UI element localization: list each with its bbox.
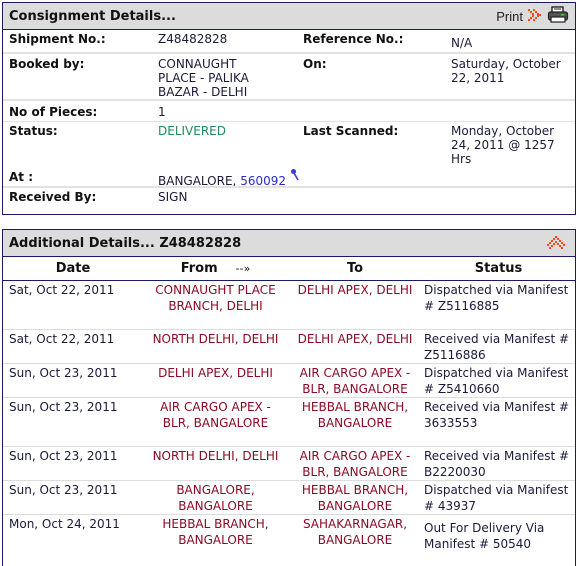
at-label: At : — [9, 170, 33, 184]
row-status: Received via Manifest # 3633553 — [422, 396, 575, 446]
booked-row: Booked by: CONNAUGHT PLACE - PALIKA BAZA… — [3, 52, 575, 99]
last-scanned-value: Monday, October 24, 2011 @ 1257 Hrs — [451, 124, 555, 166]
status-value: DELIVERED — [158, 124, 226, 138]
additional-header: Additional Details... Z48482828 — [3, 230, 575, 257]
on-value: Saturday, October 22, 2011 — [451, 57, 561, 85]
received-by-label: Received By: — [9, 190, 97, 204]
print-label[interactable]: Print — [496, 9, 523, 24]
row-to: DELHI APEX, DELHI — [297, 282, 413, 297]
row-from: NORTH DELHI, DELHI — [143, 445, 288, 480]
table-row: Sun, Oct 23, 2011 NORTH DELHI, DELHI AIR… — [3, 445, 575, 480]
table-row: Mon, Oct 24, 2011 HEBBAL BRANCH, BANGALO… — [3, 513, 575, 564]
print-button[interactable]: Print — [496, 6, 569, 27]
reference-no-label: Reference No.: — [303, 32, 404, 46]
row-status: Dispatched via Manifest # Z5116885 — [424, 282, 569, 313]
row-date: Sun, Oct 23, 2011 — [3, 479, 143, 514]
row-to: HEBBAL BRANCH, BANGALORE — [288, 479, 422, 514]
shipment-no-label: Shipment No.: — [9, 32, 106, 46]
collapse-chevron-up-icon[interactable] — [547, 235, 565, 254]
received-by-value: SIGN — [158, 190, 188, 204]
row-status: Dispatched via Manifest # 43937 — [422, 479, 575, 514]
row-from: DELHI APEX, DELHI — [143, 362, 288, 397]
table-row: Sat, Oct 22, 2011 CONNAUGHT PLACE BRANCH… — [3, 280, 575, 329]
row-from: HEBBAL BRANCH, BANGALORE — [143, 513, 288, 564]
on-label: On: — [303, 57, 327, 71]
double-chevron-right-icon[interactable] — [527, 7, 543, 26]
status-row: Status: DELIVERED Last Scanned: Monday, … — [3, 121, 575, 188]
pieces-label: No of Pieces: — [9, 105, 98, 119]
consignment-details-panel: Consignment Details... Print Shipment No… — [2, 2, 576, 215]
row-date: Sat, Oct 22, 2011 — [3, 328, 143, 363]
tracking-history-table: Date From --» To Status Sat, Oct 22, 2011… — [3, 258, 575, 564]
row-to: HEBBAL BRANCH, BANGALORE — [288, 396, 422, 446]
row-date: Sun, Oct 23, 2011 — [3, 396, 143, 446]
table-row: Sun, Oct 23, 2011 AIR CARGO APEX - BLR, … — [3, 396, 575, 446]
row-date: Sun, Oct 23, 2011 — [3, 362, 143, 397]
row-from: AIR CARGO APEX - BLR, BANGALORE — [143, 396, 288, 446]
last-scanned-label: Last Scanned: — [303, 124, 399, 138]
booked-by-label: Booked by: — [9, 57, 85, 71]
row-date: Sat, Oct 22, 2011 — [9, 282, 115, 297]
shipment-row: Shipment No.: Z48482828 Reference No.: N… — [3, 30, 575, 52]
reference-no-value: N/A — [451, 36, 473, 50]
pieces-value: 1 — [158, 105, 166, 119]
row-from: BANGALORE, BANGALORE — [143, 479, 288, 514]
direction-arrow-label: --» — [235, 262, 251, 276]
row-status: Dispatched via Manifest # Z5410660 — [422, 362, 575, 397]
row-to: DELHI APEX, DELHI — [288, 328, 422, 363]
col-date: Date — [3, 258, 143, 281]
col-status: Status — [422, 258, 575, 281]
received-by-row: Received By: SIGN — [3, 186, 575, 214]
row-from: NORTH DELHI, DELHI — [143, 328, 288, 363]
row-status: Out For Delivery Via Manifest # 50540 — [422, 513, 575, 564]
table-header-row: Date From --» To Status — [3, 258, 575, 281]
table-row: Sun, Oct 23, 2011 DELHI APEX, DELHI AIR … — [3, 362, 575, 397]
status-label: Status: — [9, 124, 58, 138]
additional-title: Additional Details... Z48482828 — [9, 236, 242, 251]
pieces-row: No of Pieces: 1 — [3, 99, 575, 121]
row-date: Mon, Oct 24, 2011 — [3, 513, 143, 564]
table-row: Sat, Oct 22, 2011 NORTH DELHI, DELHI DEL… — [3, 328, 575, 363]
printer-icon[interactable] — [547, 6, 569, 27]
row-date: Sun, Oct 23, 2011 — [3, 445, 143, 480]
booked-by-value: CONNAUGHT PLACE - PALIKA BAZAR - DELHI — [158, 57, 249, 99]
pin-locator-icon[interactable] — [290, 168, 300, 185]
row-from: CONNAUGHT PLACE BRANCH, DELHI — [155, 282, 276, 313]
row-status: Received via Manifest # Z5116886 — [422, 328, 575, 363]
row-to: AIR CARGO APEX - BLR, BANGALORE — [288, 445, 422, 480]
row-to: AIR CARGO APEX - BLR, BANGALORE — [288, 362, 422, 397]
col-from: From --» — [143, 258, 288, 281]
additional-details-panel: Additional Details... Z48482828 Date Fro… — [2, 229, 576, 566]
tracking-history-body: Sat, Oct 22, 2011 CONNAUGHT PLACE BRANCH… — [3, 280, 575, 564]
col-to: To — [288, 258, 422, 281]
table-row: Sun, Oct 23, 2011 BANGALORE, BANGALORE H… — [3, 479, 575, 514]
row-status: Received via Manifest # B2220030 — [422, 445, 575, 480]
shipment-no-value: Z48482828 — [158, 32, 228, 46]
consignment-title: Consignment Details... — [9, 9, 176, 24]
consignment-header: Consignment Details... Print — [3, 3, 575, 30]
col-from-label: From — [180, 261, 218, 277]
row-to: SAHAKARNAGAR, BANGALORE — [288, 513, 422, 564]
